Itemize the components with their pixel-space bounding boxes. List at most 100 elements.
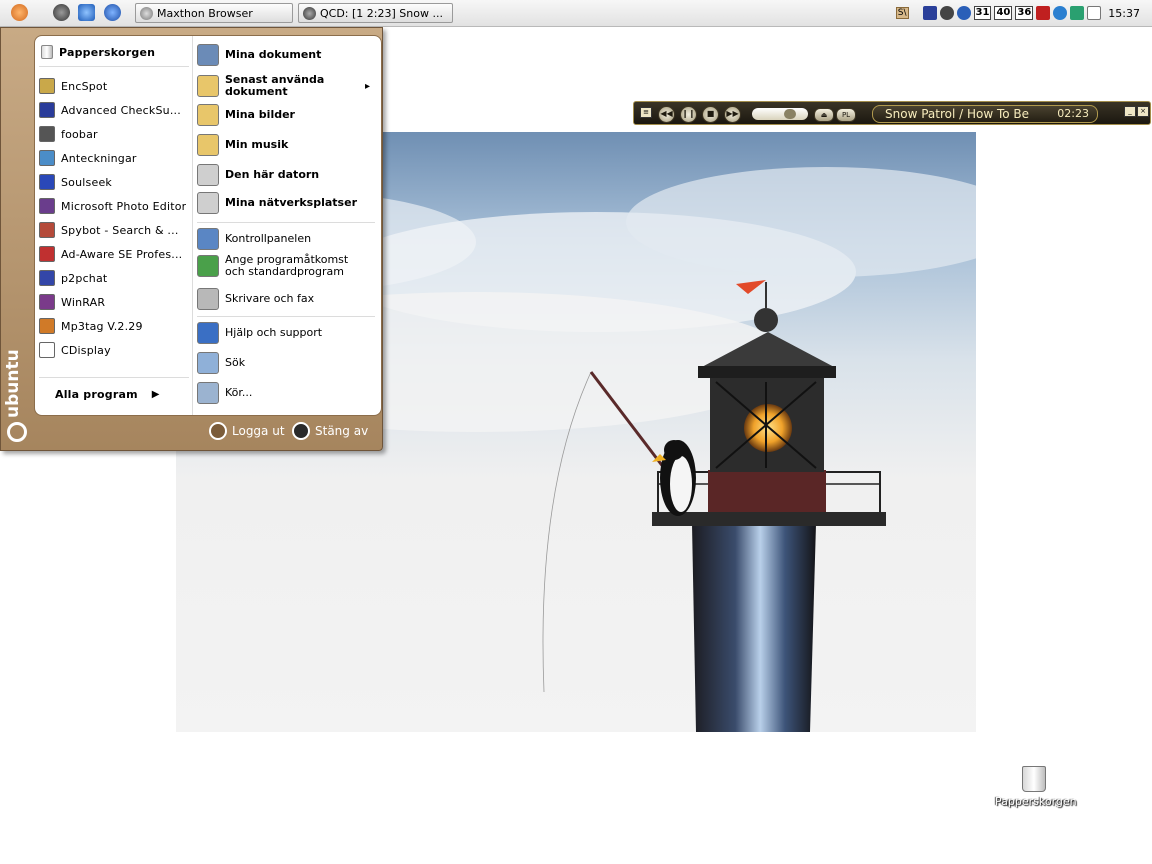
program-label: EncSpot: [61, 79, 108, 93]
tray-temp-3[interactable]: 36: [1015, 6, 1034, 20]
globe-icon: [140, 6, 153, 20]
place-label: Ange programåtkomst och standardprogram: [225, 253, 349, 278]
place-item[interactable]: Hjälp och support: [197, 322, 377, 344]
program-item[interactable]: Microsoft Photo Editor: [39, 196, 189, 216]
place-icon: [197, 255, 219, 277]
tray-antivirus-icon[interactable]: [1036, 6, 1051, 20]
all-programs-button[interactable]: Alla program ▶: [55, 384, 205, 404]
place-item[interactable]: Kör...: [197, 382, 377, 404]
quicklaunch-browser-icon[interactable]: [53, 4, 70, 21]
shutdown-icon: [292, 422, 310, 440]
program-icon: [39, 222, 55, 238]
place-item[interactable]: Mina bilder: [197, 104, 377, 126]
separator: [39, 377, 189, 378]
program-item[interactable]: Mp3tag V.2.29: [39, 316, 189, 336]
recycle-bin-icon: [1022, 766, 1046, 792]
program-item[interactable]: Soulseek: [39, 172, 189, 192]
program-item[interactable]: p2pchat: [39, 268, 189, 288]
place-item[interactable]: Senast använda dokument ▸: [197, 74, 377, 98]
player-volume-slider[interactable]: [752, 108, 808, 120]
tray-network-icon[interactable]: [939, 6, 954, 20]
player-close-button[interactable]: ×: [1137, 106, 1149, 117]
program-label: Microsoft Photo Editor: [61, 199, 187, 213]
program-icon: [39, 342, 55, 358]
program-label: WinRAR: [61, 295, 106, 309]
place-label: Kontrollpanelen: [225, 232, 312, 245]
program-item[interactable]: EncSpot: [39, 76, 189, 96]
desktop-recycle-bin[interactable]: Papperskorgen: [995, 766, 1077, 808]
tray-shield-icon[interactable]: [1053, 6, 1068, 20]
program-icon: [39, 318, 55, 334]
program-item[interactable]: Ad-Aware SE Profes...: [39, 244, 189, 264]
submenu-arrow-icon: ▸: [365, 80, 371, 92]
place-icon: [197, 192, 219, 214]
player-next-button[interactable]: ▶▶: [724, 106, 741, 123]
program-item[interactable]: WinRAR: [39, 292, 189, 312]
separator: [197, 316, 375, 317]
program-icon: [39, 246, 55, 262]
taskbar-button-label: QCD: [1 2:23] Snow ...: [320, 6, 443, 20]
separator: [197, 222, 375, 223]
place-label: Senast använda dokument: [225, 73, 325, 98]
player-playlist-button[interactable]: PL: [836, 108, 856, 122]
place-icon: [197, 352, 219, 374]
program-label: CDisplay: [61, 343, 111, 357]
program-item[interactable]: foobar: [39, 124, 189, 144]
place-icon: [197, 288, 219, 310]
tray-bluetooth-icon[interactable]: [922, 6, 937, 20]
pinned-item-label: Papperskorgen: [59, 45, 156, 59]
program-label: Spybot - Search & ...: [61, 223, 179, 237]
tray-volume-icon[interactable]: [1087, 6, 1102, 20]
place-item[interactable]: Mina dokument: [197, 44, 377, 66]
place-icon: [197, 382, 219, 404]
quicklaunch-ie-icon[interactable]: [78, 4, 95, 21]
program-item[interactable]: CDisplay: [39, 340, 189, 360]
start-menu: ubuntu Papperskorgen EncSpot Advanced Che…: [0, 27, 383, 451]
player-minimize-button[interactable]: _: [1124, 106, 1136, 117]
program-item[interactable]: Spybot - Search & ...: [39, 220, 189, 240]
logout-button[interactable]: Logga ut: [209, 422, 285, 440]
program-label: Anteckningar: [61, 151, 137, 165]
ubuntu-logo-icon: [7, 422, 27, 442]
tray-temp-2[interactable]: 40: [994, 6, 1013, 20]
ubuntu-start-icon[interactable]: [11, 4, 28, 21]
player-eject-button[interactable]: ⏏: [814, 108, 834, 122]
place-item[interactable]: Kontrollpanelen: [197, 228, 377, 250]
logout-icon: [209, 422, 227, 440]
media-player-bar: ≡ ◀◀ ❙❙ ■ ▶▶ ⏏ PL Snow Patrol / How To B…: [633, 101, 1151, 125]
place-item[interactable]: Sök: [197, 352, 377, 374]
tray-maxthon-icon[interactable]: [956, 6, 971, 20]
program-icon: [39, 150, 55, 166]
taskbar-button-maxthon[interactable]: Maxthon Browser: [135, 3, 293, 23]
shutdown-button[interactable]: Stäng av: [292, 422, 368, 440]
player-display: Snow Patrol / How To Be 02:23: [872, 105, 1098, 123]
place-icon: [197, 44, 219, 66]
place-item[interactable]: Skrivare och fax: [197, 288, 377, 310]
tray-clock[interactable]: 15:37: [1108, 7, 1140, 20]
tray-sync-icon[interactable]: [1070, 6, 1085, 20]
taskbar-button-qcd[interactable]: QCD: [1 2:23] Snow ...: [298, 3, 453, 23]
place-label: Hjälp och support: [225, 326, 323, 339]
player-time: 02:23: [1057, 107, 1089, 120]
place-item[interactable]: Min musik: [197, 134, 377, 156]
place-item[interactable]: Den här datorn: [197, 164, 377, 186]
place-icon: [197, 322, 219, 344]
player-pause-button[interactable]: ❙❙: [680, 106, 697, 123]
place-label: Mina dokument: [225, 48, 322, 61]
start-menu-brand: ubuntu: [3, 349, 23, 418]
player-prev-button[interactable]: ◀◀: [658, 106, 675, 123]
player-stop-button[interactable]: ■: [702, 106, 719, 123]
tray-temp-1[interactable]: 31: [973, 6, 992, 20]
program-item[interactable]: Anteckningar: [39, 148, 189, 168]
tray-badge[interactable]: S\: [895, 7, 909, 19]
program-label: Ad-Aware SE Profes...: [61, 247, 183, 261]
player-volume-knob[interactable]: [784, 109, 796, 119]
program-label: foobar: [61, 127, 98, 141]
all-programs-label: Alla program: [55, 387, 138, 401]
program-item[interactable]: Advanced CheckSu...: [39, 100, 189, 120]
player-menu-button[interactable]: ≡: [640, 107, 652, 118]
quicklaunch-maxthon-icon[interactable]: [104, 4, 121, 21]
place-item[interactable]: Mina nätverksplatser: [197, 192, 377, 214]
place-item[interactable]: Ange programåtkomst och standardprogram: [197, 254, 377, 278]
pinned-item-recycle-bin[interactable]: Papperskorgen: [39, 42, 189, 62]
